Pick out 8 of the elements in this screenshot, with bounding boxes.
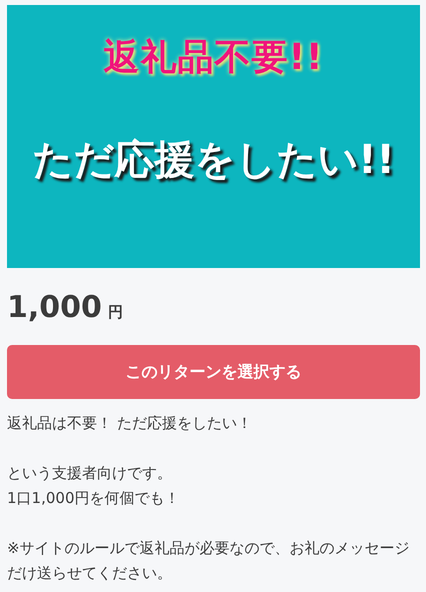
price-unit: 円 [108, 303, 123, 322]
description-paragraph: 返礼品は不要！ ただ応援をしたい！ [7, 413, 253, 434]
banner-headline: 返礼品不要!! [104, 36, 324, 80]
banner-tagline: ただ応援をしたい!! [32, 136, 395, 185]
description-paragraph: という支援者向けです。 1口1,000円を何個でも！ [7, 463, 180, 509]
price-amount: 1,000 [7, 290, 102, 325]
description-paragraph: ※サイトのルールで返礼品が必要なので、お礼のメッセージだけ送らせてください。 [7, 538, 410, 584]
select-return-button[interactable]: このリターンを選択する [7, 345, 420, 399]
